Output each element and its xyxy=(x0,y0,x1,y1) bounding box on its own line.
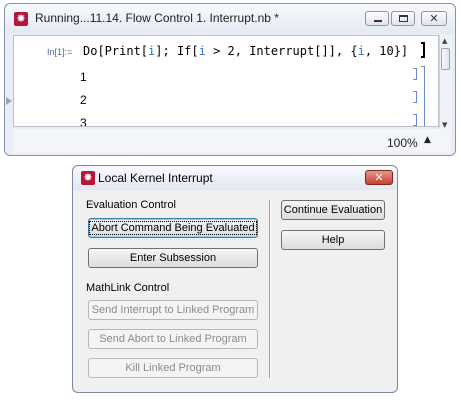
help-button[interactable]: Help xyxy=(281,230,385,250)
output-cell-bracket-3[interactable] xyxy=(413,114,417,126)
output-cell-bracket-1[interactable] xyxy=(413,68,417,80)
dialog-body: Evaluation Control Abort Command Being E… xyxy=(74,190,396,391)
evaluation-control-label: Evaluation Control xyxy=(86,199,176,211)
send-interrupt-button[interactable]: Send Interrupt to Linked Program xyxy=(88,300,258,320)
continue-evaluation-label: Continue Evaluation xyxy=(283,204,383,216)
scroll-thumb[interactable] xyxy=(441,48,450,70)
maximize-icon xyxy=(392,12,414,25)
code-variable: i xyxy=(198,44,206,58)
print-output-3: 3 xyxy=(80,116,87,127)
zoom-level[interactable]: 100% xyxy=(387,136,418,150)
abort-command-button[interactable]: Abort Command Being Evaluated xyxy=(88,218,258,238)
status-bar: 100% ▲ xyxy=(13,129,451,153)
notebook-window: ✸ Running...11.14. Flow Control 1. Inter… xyxy=(4,3,456,156)
send-abort-label: Send Abort to Linked Program xyxy=(99,333,247,345)
dialog-titlebar[interactable]: ✸ Local Kernel Interrupt ✕ xyxy=(73,166,397,190)
input-label: In[1]:= xyxy=(47,47,73,57)
group-cell-bracket[interactable] xyxy=(421,66,425,126)
input-cell-bracket[interactable] xyxy=(421,42,425,58)
code-segment: , 10}] xyxy=(364,44,409,58)
enter-subsession-button[interactable]: Enter Subsession xyxy=(88,248,258,268)
print-output-1: 1 xyxy=(80,70,87,84)
dialog-divider xyxy=(269,200,271,378)
scroll-up-arrow-icon[interactable]: ▲ xyxy=(442,37,447,45)
enter-subsession-label: Enter Subsession xyxy=(129,252,217,264)
dialog-title: Local Kernel Interrupt xyxy=(98,171,213,185)
minimize-button[interactable] xyxy=(365,11,389,26)
minimize-icon xyxy=(366,12,388,25)
kernel-interrupt-dialog: ✸ Local Kernel Interrupt ✕ Evaluation Co… xyxy=(72,165,398,393)
mathlink-control-label: MathLink Control xyxy=(86,282,170,294)
zoom-menu-arrow-icon[interactable]: ▲ xyxy=(424,135,431,145)
print-output-2: 2 xyxy=(80,93,87,107)
code-segment: > 2, Interrupt[]], { xyxy=(205,44,358,58)
close-button[interactable]: ✕ xyxy=(421,11,447,26)
horizontal-scroll-arrow-icon[interactable] xyxy=(6,97,12,105)
code-segment: ]; If[ xyxy=(155,44,199,58)
notebook-titlebar[interactable]: ✸ Running...11.14. Flow Control 1. Inter… xyxy=(5,4,455,34)
kill-linked-program-label: Kill Linked Program xyxy=(125,362,221,374)
dialog-close-button[interactable]: ✕ xyxy=(365,170,393,185)
code-segment: Do[Print[ xyxy=(83,44,149,58)
mathematica-star-icon: ✸ xyxy=(81,171,95,185)
notebook-content[interactable]: In[1]:= Do[Print[i]; If[i > 2, Interrupt… xyxy=(13,35,439,127)
kill-linked-program-button[interactable]: Kill Linked Program xyxy=(88,358,258,378)
code-variable: i xyxy=(357,44,365,58)
help-label: Help xyxy=(321,234,345,246)
continue-evaluation-button[interactable]: Continue Evaluation xyxy=(281,200,385,220)
send-abort-button[interactable]: Send Abort to Linked Program xyxy=(88,329,258,349)
output-cell-bracket-2[interactable] xyxy=(413,91,417,103)
maximize-button[interactable] xyxy=(391,11,415,26)
scroll-down-arrow-icon[interactable]: ▼ xyxy=(442,121,447,129)
vertical-scrollbar[interactable]: ▲ ▼ xyxy=(439,35,452,131)
abort-command-label: Abort Command Being Evaluated xyxy=(89,221,257,235)
send-interrupt-label: Send Interrupt to Linked Program xyxy=(91,304,255,316)
input-cell-code[interactable]: Do[Print[i]; If[i > 2, Interrupt[]], {i,… xyxy=(83,44,408,58)
close-icon: ✕ xyxy=(429,12,439,25)
mathematica-star-icon: ✸ xyxy=(14,12,28,26)
notebook-title: Running...11.14. Flow Control 1. Interru… xyxy=(35,11,279,25)
